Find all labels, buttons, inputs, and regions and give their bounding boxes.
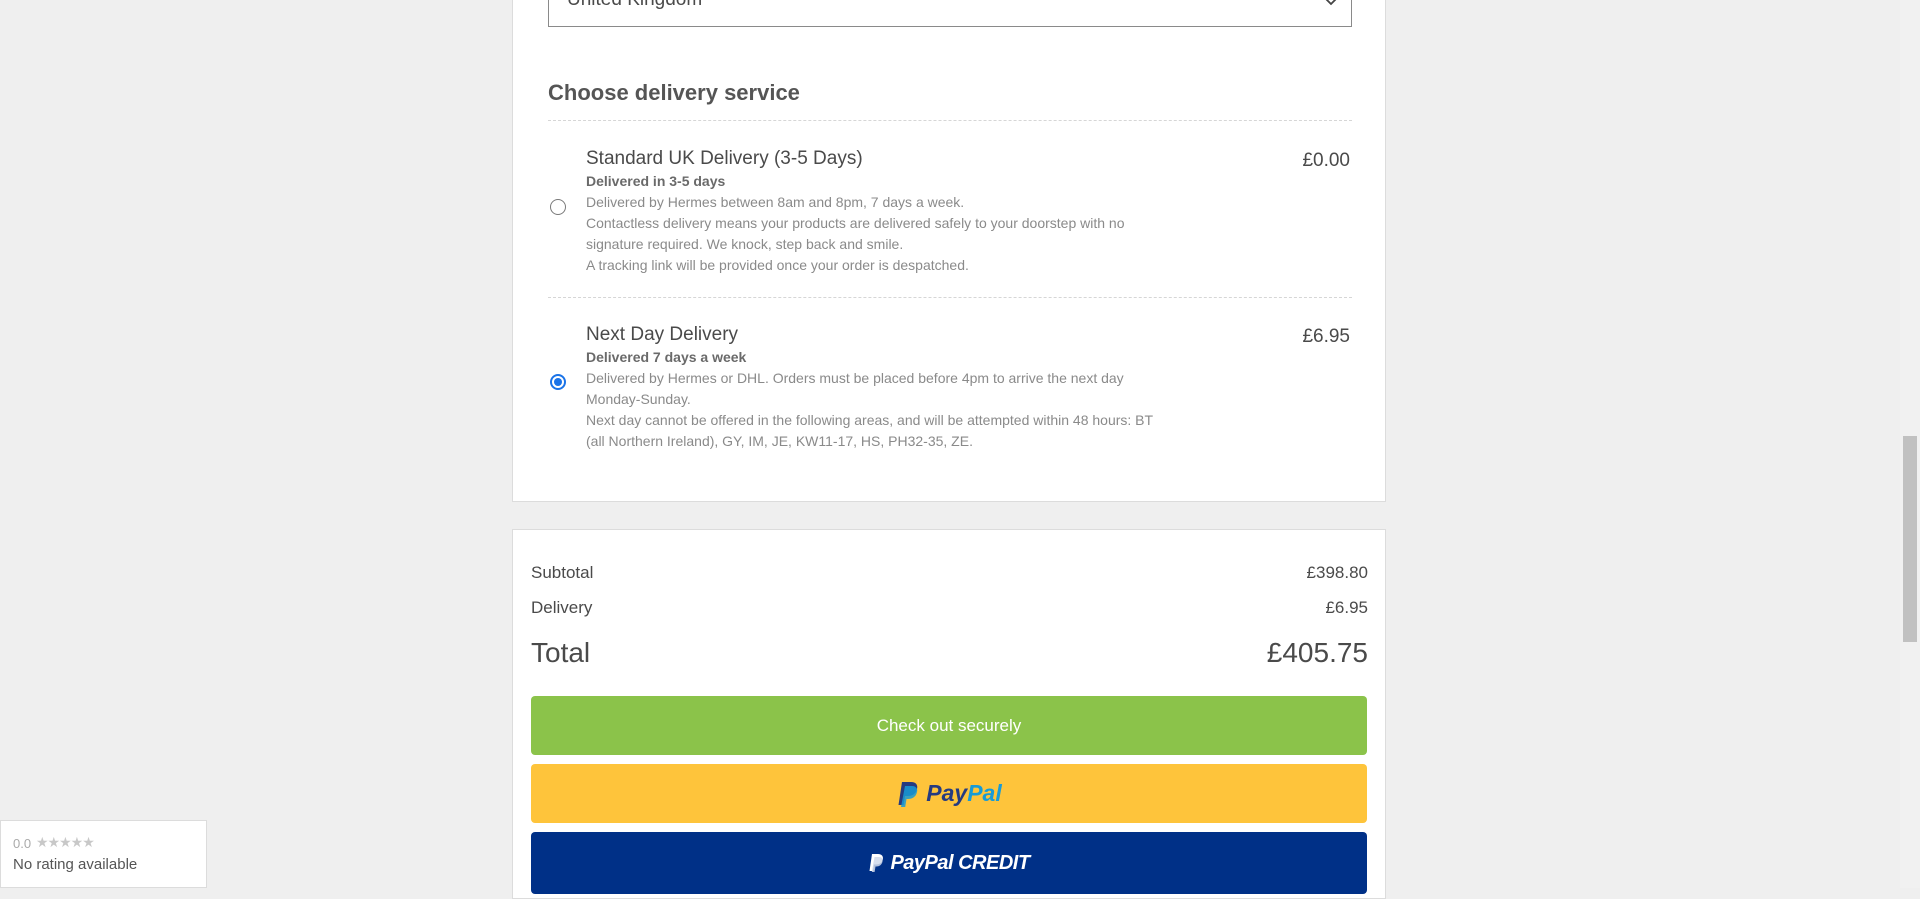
rating-text: No rating available xyxy=(13,856,138,873)
standard-delivery-price: £0.00 xyxy=(1302,150,1350,171)
standard-delivery-subtitle: Delivered in 3-5 days xyxy=(586,173,726,189)
next-day-delivery-line: Delivered by Hermes or DHL. Orders must … xyxy=(586,370,1124,386)
subtotal-label: Subtotal xyxy=(531,563,594,582)
standard-delivery-radio[interactable] xyxy=(550,199,566,215)
checkout-button-label: Check out securely xyxy=(876,715,1022,735)
paypal-credit-label: PayPal CREDIT xyxy=(890,851,1030,874)
next-day-delivery-price: £6.95 xyxy=(1302,326,1350,347)
rating-score: 0.0 xyxy=(13,836,32,851)
next-day-delivery-title: Next Day Delivery xyxy=(586,324,739,345)
paypal-wordmark: PayPal xyxy=(926,780,1002,806)
total-value: £405.75 xyxy=(1266,637,1368,668)
standard-delivery-line: Delivered by Hermes between 8am and 8pm,… xyxy=(586,194,965,210)
standard-delivery-line: signature required. We knock, step back … xyxy=(586,236,904,252)
chevron-down-icon xyxy=(1325,0,1337,6)
paypal-logo-icon xyxy=(898,781,918,807)
paypal-credit-button[interactable]: PayPal CREDIT xyxy=(531,832,1367,894)
country-select-value: United Kingdom xyxy=(567,0,702,11)
checkout-button[interactable]: Check out securely xyxy=(531,696,1367,755)
rating-widget[interactable]: 0.0 ★★★★★ No rating available xyxy=(0,820,207,888)
country-select[interactable]: United Kingdom xyxy=(548,0,1352,27)
divider xyxy=(548,297,1352,298)
standard-delivery-title: Standard UK Delivery (3-5 Days) xyxy=(586,148,863,169)
next-day-delivery-line: (all Northern Ireland), GY, IM, JE, KW11… xyxy=(586,433,973,449)
divider xyxy=(548,120,1352,121)
next-day-delivery-line: Monday-Sunday. xyxy=(586,391,691,407)
total-label: Total xyxy=(531,637,591,668)
delivery-section-title: Choose delivery service xyxy=(548,80,800,105)
standard-delivery-line: Contactless delivery means your products… xyxy=(586,215,1125,231)
next-day-delivery-line: Next day cannot be offered in the follow… xyxy=(586,412,1154,428)
standard-delivery-line: A tracking link will be provided once yo… xyxy=(586,257,969,273)
paypal-button[interactable]: PayPal xyxy=(531,764,1367,823)
next-day-delivery-radio[interactable] xyxy=(550,374,566,390)
subtotal-value: £398.80 xyxy=(1306,563,1368,582)
star-icon: ★★★★★ xyxy=(36,834,95,850)
delivery-value: £6.95 xyxy=(1325,598,1368,617)
next-day-delivery-subtitle: Delivered 7 days a week xyxy=(586,349,747,365)
paypal-credit-logo-icon xyxy=(869,854,884,872)
delivery-label: Delivery xyxy=(531,598,593,617)
scrollbar-thumb[interactable] xyxy=(1903,436,1917,642)
